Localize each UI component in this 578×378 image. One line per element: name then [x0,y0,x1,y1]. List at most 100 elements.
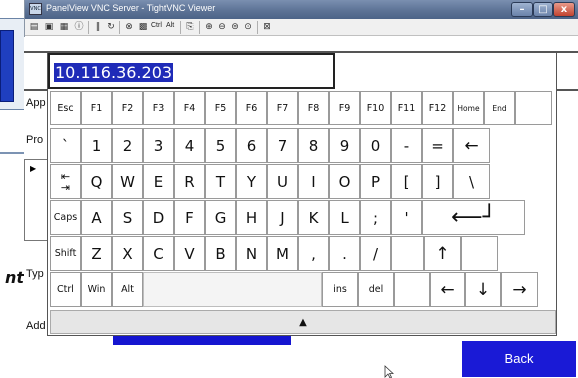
key-\[interactable]: \ [453,164,490,199]
key-,[interactable]: , [298,236,329,271]
key-P[interactable]: P [360,164,391,199]
save-icon[interactable]: ▣ [43,21,55,33]
key-;[interactable]: ; [360,200,391,235]
enter-key[interactable]: ⟵┘ [422,200,525,235]
key-Z[interactable]: Z [81,236,112,271]
key-f5[interactable]: F5 [205,91,236,125]
key-'[interactable]: ' [391,200,422,235]
clipboard-icon[interactable]: ⎘ [184,21,196,33]
key-X[interactable]: X [112,236,143,271]
key-G[interactable]: G [205,200,236,235]
ctrl-key[interactable]: Ctrl [50,272,81,307]
key-H[interactable]: H [236,200,267,235]
close-button[interactable]: x [553,2,575,17]
key-f3[interactable]: F3 [143,91,174,125]
key-Y[interactable]: Y [236,164,267,199]
key-7[interactable]: 7 [267,128,298,163]
key-C[interactable]: C [143,236,174,271]
key-Q[interactable]: Q [81,164,112,199]
insert-key[interactable]: ins [322,272,358,307]
key-0[interactable]: 0 [360,128,391,163]
arrow-up-key[interactable]: ↑ [424,236,461,271]
key-M[interactable]: M [267,236,298,271]
options-icon[interactable]: ▦ [58,21,70,33]
key-/[interactable]: / [360,236,391,271]
refresh-icon[interactable]: ↻ [105,21,117,33]
key-f1[interactable]: F1 [81,91,112,125]
key-6[interactable]: 6 [236,128,267,163]
key-f2[interactable]: F2 [112,91,143,125]
key-V[interactable]: V [174,236,205,271]
caps-lock-key[interactable]: Caps [50,200,81,235]
blank-key[interactable] [394,272,430,307]
ctrl-alt-del-icon[interactable]: ⊗ [123,21,135,33]
key-S[interactable]: S [112,200,143,235]
windows-key[interactable]: Win [81,272,112,307]
blank-key[interactable] [515,91,552,125]
zoom-fit-icon[interactable]: ⊙ [242,21,254,33]
key-B[interactable]: B [205,236,236,271]
key-3[interactable]: 3 [143,128,174,163]
zoom-100-icon[interactable]: ⊜ [229,21,241,33]
key-4[interactable]: 4 [174,128,205,163]
fullscreen-icon[interactable]: ⊠ [261,21,273,33]
key-O[interactable]: O [329,164,360,199]
key-.[interactable]: . [329,236,360,271]
alt-toggle[interactable]: Alt [166,22,174,29]
window-titlebar[interactable]: VNC PanelView VNC Server - TightVNC View… [25,0,578,19]
backspace-key[interactable]: ← [453,128,490,163]
esc-key[interactable]: Esc [50,91,81,125]
key-=[interactable]: = [422,128,453,163]
key-[[interactable]: [ [391,164,422,199]
alt-key[interactable]: Alt [112,272,143,307]
minimize-button[interactable]: – [511,2,533,17]
shift-key[interactable]: Shift [50,236,81,271]
pause-icon[interactable]: ‖ [92,21,104,33]
key-A[interactable]: A [81,200,112,235]
key-T[interactable]: T [205,164,236,199]
key-f6[interactable]: F6 [236,91,267,125]
key-W[interactable]: W [112,164,143,199]
key-I[interactable]: I [298,164,329,199]
key-f8[interactable]: F8 [298,91,329,125]
key-F[interactable]: F [174,200,205,235]
maximize-button[interactable]: □ [533,2,553,17]
key-D[interactable]: D [143,200,174,235]
key-8[interactable]: 8 [298,128,329,163]
new-connection-icon[interactable]: ▤ [28,21,40,33]
arrow-left-key[interactable]: ← [430,272,465,307]
info-icon[interactable]: ⓘ [73,21,85,33]
key-][interactable]: ] [422,164,453,199]
arrow-right-key[interactable]: → [501,272,538,307]
key-f7[interactable]: F7 [267,91,298,125]
back-button[interactable]: Back [462,341,576,377]
key-R[interactable]: R [174,164,205,199]
zoom-out-icon[interactable]: ⊖ [216,21,228,33]
windows-key-icon[interactable]: ▩ [137,21,149,33]
zoom-in-icon[interactable]: ⊕ [203,21,215,33]
hide-keyboard-key[interactable]: ▲ [50,310,556,334]
key-9[interactable]: 9 [329,128,360,163]
key-5[interactable]: 5 [205,128,236,163]
key-`[interactable]: ` [50,128,81,163]
end-key[interactable]: End [484,91,515,125]
key-E[interactable]: E [143,164,174,199]
key-2[interactable]: 2 [112,128,143,163]
key-f9[interactable]: F9 [329,91,360,125]
key-K[interactable]: K [298,200,329,235]
key-J[interactable]: J [267,200,298,235]
home-key[interactable]: Home [453,91,484,125]
delete-key[interactable]: del [358,272,394,307]
tab-key[interactable]: ⇤ ⇥ [50,164,81,199]
key--[interactable]: - [391,128,422,163]
key-f11[interactable]: F11 [391,91,422,125]
key-U[interactable]: U [267,164,298,199]
ip-address-input[interactable]: 10.116.36.203 [48,53,335,89]
spacebar-key[interactable] [143,272,322,307]
expand-arrow-icon[interactable]: ▶ [30,164,36,173]
key-N[interactable]: N [236,236,267,271]
arrow-down-key[interactable]: ↓ [465,272,501,307]
key-f12[interactable]: F12 [422,91,453,125]
blank-key[interactable] [391,236,424,271]
key-f10[interactable]: F10 [360,91,391,125]
